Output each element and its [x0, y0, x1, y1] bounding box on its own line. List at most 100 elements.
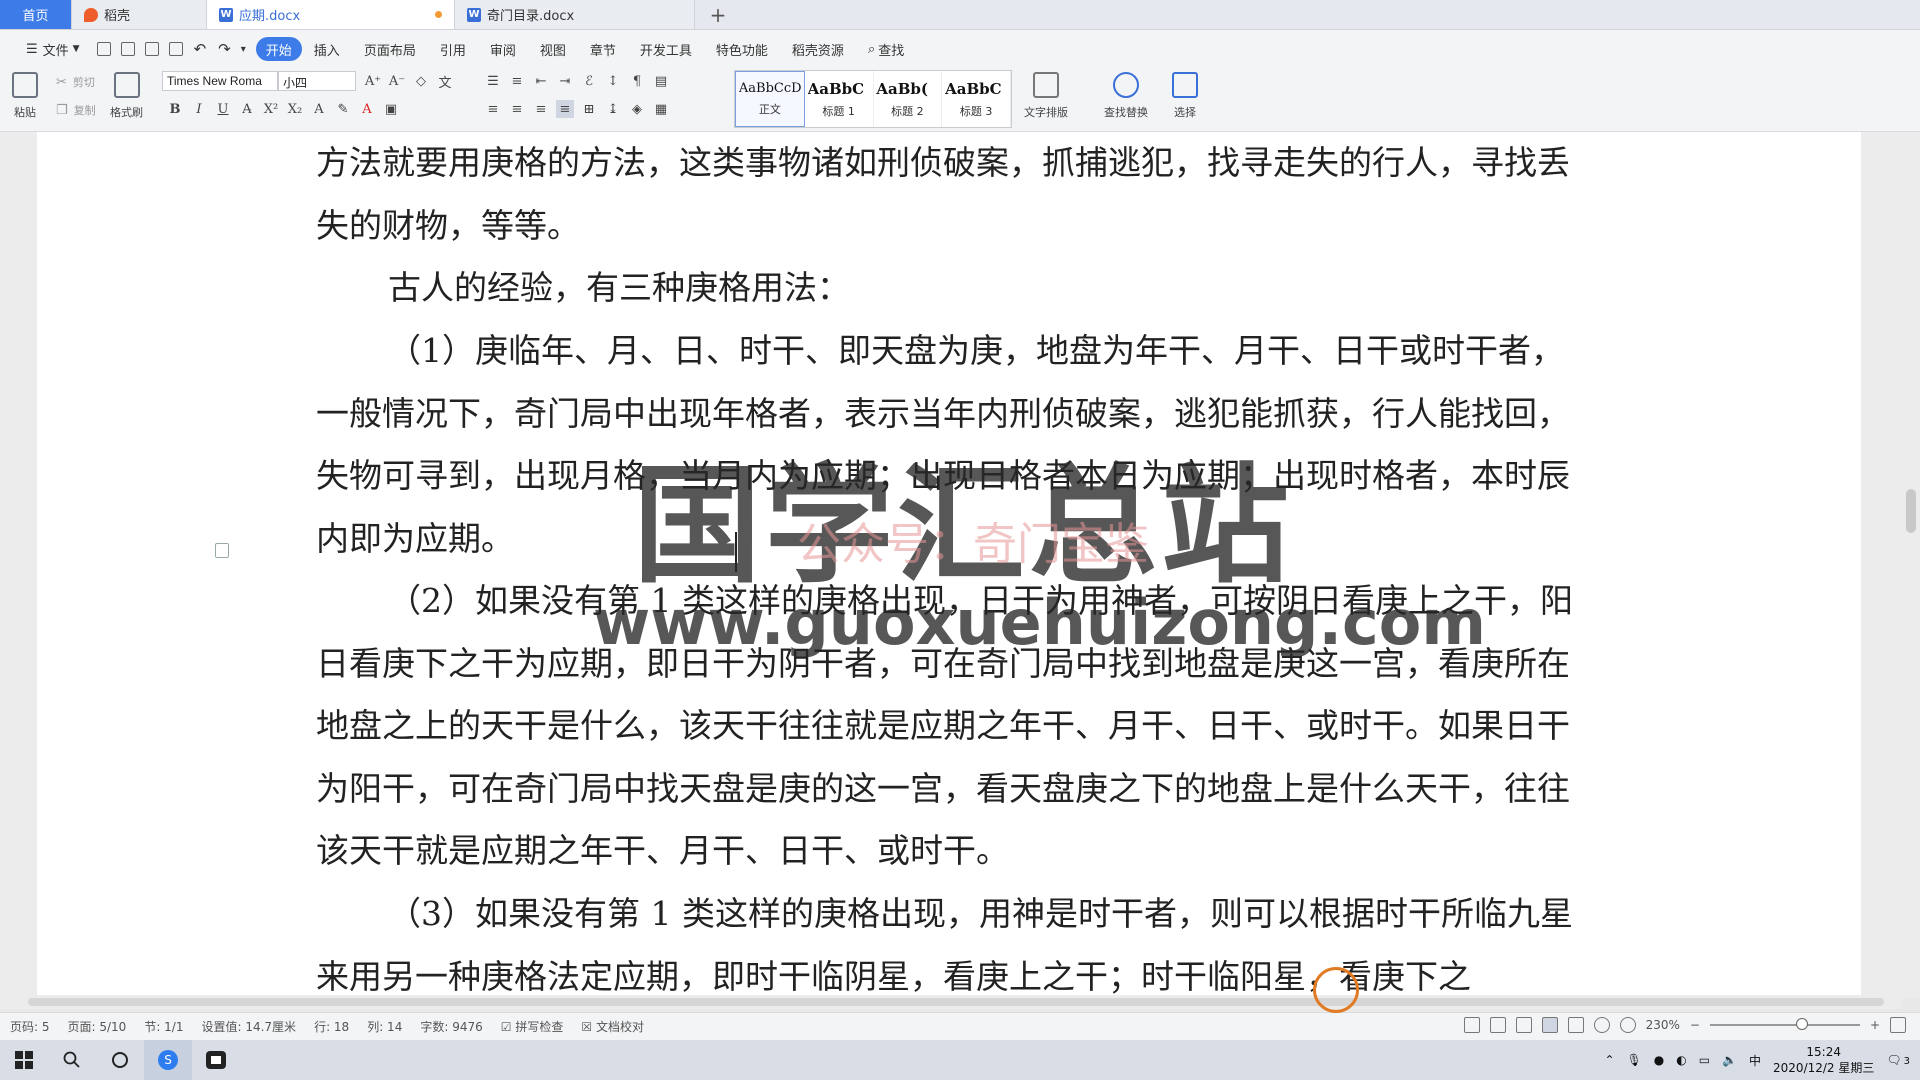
- phonetic-icon[interactable]: 文: [436, 72, 454, 91]
- align-center-icon[interactable]: ≡: [508, 100, 526, 118]
- menu-page-layout[interactable]: 页面布局: [352, 37, 428, 61]
- document-page[interactable]: 方法就要用庚格的方法，这类事物诸如刑侦破案，抓捕逃犯，找寻走失的行人，寻找丢失的…: [37, 132, 1861, 998]
- find-replace-button[interactable]: 查找替换: [1104, 72, 1148, 120]
- style-heading-2[interactable]: AaBb( 标题 2: [874, 71, 943, 127]
- style-heading-3[interactable]: AaBbC 标题 3: [942, 71, 1011, 127]
- vertical-scroll-thumb[interactable]: [1906, 489, 1916, 533]
- highlight-icon[interactable]: ✎: [334, 100, 352, 118]
- taskbar-app-sogou[interactable]: S: [144, 1040, 192, 1080]
- zoom-out-icon[interactable]: −: [1690, 1018, 1700, 1032]
- volume-icon[interactable]: 🔈: [1722, 1053, 1737, 1067]
- status-pages[interactable]: 页面: 5/10: [68, 1018, 127, 1035]
- line-spacing-icon[interactable]: ↨: [604, 100, 622, 118]
- paragraph-menu-icon[interactable]: [215, 543, 229, 558]
- search-command[interactable]: ⌕ 查找: [856, 37, 916, 61]
- menu-chapter[interactable]: 章节: [578, 37, 628, 61]
- file-menu[interactable]: ☰ 文件 ▼: [14, 37, 92, 61]
- status-settings[interactable]: 设置值: 14.7厘米: [201, 1018, 296, 1035]
- horizontal-scroll-thumb[interactable]: [28, 998, 1884, 1006]
- print-preview-icon[interactable]: [168, 42, 183, 56]
- tab-home[interactable]: 首页: [0, 0, 72, 29]
- vertical-scrollbar[interactable]: [1902, 132, 1920, 998]
- status-word-count[interactable]: 字数: 9476: [420, 1018, 482, 1035]
- start-button[interactable]: [0, 1040, 48, 1080]
- read-mode-icon[interactable]: [1489, 1017, 1506, 1033]
- page-view-icon[interactable]: [1541, 1017, 1558, 1033]
- outline-view-icon[interactable]: [1567, 1017, 1584, 1033]
- eye-protection-icon[interactable]: [1619, 1017, 1636, 1033]
- cortana-button[interactable]: [96, 1040, 144, 1080]
- menu-features[interactable]: 特色功能: [704, 37, 780, 61]
- bold-icon[interactable]: B: [166, 100, 184, 118]
- paste-button[interactable]: 粘贴: [12, 72, 38, 120]
- copy-label[interactable]: 复制: [74, 102, 96, 118]
- menu-insert[interactable]: 插入: [302, 37, 352, 61]
- ime-indicator[interactable]: 中: [1749, 1052, 1761, 1069]
- chinese-layout-icon[interactable]: ℰ: [580, 72, 598, 90]
- redo-icon[interactable]: ↷: [218, 40, 231, 58]
- menu-review[interactable]: 审阅: [478, 37, 528, 61]
- distribute-icon[interactable]: ⊞: [580, 100, 598, 118]
- menu-references[interactable]: 引用: [428, 37, 478, 61]
- font-color-icon[interactable]: A: [358, 100, 376, 118]
- tab-active-document[interactable]: W 应期.docx: [207, 0, 455, 29]
- status-page-number[interactable]: 页码: 5: [10, 1018, 50, 1035]
- bullets-icon[interactable]: ☰: [484, 72, 502, 90]
- undo-icon[interactable]: ↶: [194, 40, 207, 58]
- align-right-icon[interactable]: ≡: [532, 100, 550, 118]
- cut-icon[interactable]: ✂: [56, 75, 67, 90]
- tray-expand-icon[interactable]: ⌃: [1604, 1053, 1614, 1067]
- network-tray-icon[interactable]: ◐: [1676, 1053, 1686, 1067]
- print-icon[interactable]: [144, 42, 159, 56]
- microphone-icon[interactable]: 🎙: [1627, 1053, 1642, 1067]
- status-col[interactable]: 列: 14: [367, 1018, 402, 1035]
- justify-icon[interactable]: ≡: [556, 100, 574, 118]
- char-border-icon[interactable]: ▣: [382, 100, 400, 118]
- menu-docer-resources[interactable]: 稻壳资源: [780, 37, 856, 61]
- zoom-in-icon[interactable]: +: [1870, 1018, 1880, 1032]
- font-name-select[interactable]: Times New Roma: [162, 71, 278, 91]
- strikethrough-icon[interactable]: A̶: [238, 100, 256, 118]
- italic-icon[interactable]: I: [190, 100, 208, 118]
- font-size-select[interactable]: 小四: [278, 71, 356, 91]
- edit-mode-icon[interactable]: [1515, 1017, 1532, 1033]
- table-icon[interactable]: ▤: [652, 72, 670, 90]
- paragraph[interactable]: 方法就要用庚格的方法，这类事物诸如刑侦破案，抓捕逃犯，找寻走失的行人，寻找丢失的…: [316, 132, 1586, 257]
- style-normal[interactable]: AaBbCcD 正文: [735, 71, 805, 127]
- tab-other-document[interactable]: W 奇门目录.docx: [455, 0, 695, 29]
- cut-label[interactable]: 剪切: [73, 74, 95, 90]
- spell-check-toggle[interactable]: ☑ 拼写检查: [501, 1018, 564, 1035]
- web-view-icon[interactable]: [1593, 1017, 1610, 1033]
- decrease-indent-icon[interactable]: ⇤: [532, 72, 550, 90]
- increase-indent-icon[interactable]: ⇥: [556, 72, 574, 90]
- underline-icon[interactable]: U: [214, 100, 232, 118]
- fullscreen-icon[interactable]: [1463, 1017, 1480, 1033]
- new-tab-button[interactable]: +: [695, 0, 741, 29]
- network-icon[interactable]: ▭: [1699, 1053, 1710, 1067]
- horizontal-scrollbar[interactable]: [0, 995, 1902, 1009]
- menu-home[interactable]: 开始: [255, 37, 302, 61]
- grow-font-icon[interactable]: A⁺: [364, 72, 382, 90]
- format-painter-button[interactable]: 格式刷: [110, 72, 143, 120]
- style-heading-1[interactable]: AaBbC 标题 1: [805, 71, 874, 127]
- tab-docer[interactable]: 稻壳: [72, 0, 207, 29]
- sort-icon[interactable]: ↕: [604, 72, 622, 90]
- menu-view[interactable]: 视图: [528, 37, 578, 61]
- clear-format-icon[interactable]: ◇: [412, 72, 430, 90]
- clock[interactable]: 15:24 2020/12/2 星期三: [1773, 1044, 1874, 1076]
- zoom-slider[interactable]: [1709, 1018, 1860, 1030]
- customize-qa-icon[interactable]: ▾: [241, 44, 246, 55]
- fit-page-icon[interactable]: [1890, 1017, 1906, 1033]
- shading-icon[interactable]: ◈: [628, 100, 646, 118]
- status-section[interactable]: 节: 1/1: [144, 1018, 183, 1035]
- superscript-icon[interactable]: X²: [262, 100, 280, 118]
- status-row[interactable]: 行: 18: [314, 1018, 349, 1035]
- numbering-icon[interactable]: ≡: [508, 72, 526, 90]
- align-left-icon[interactable]: ≡: [484, 100, 502, 118]
- text-layout-button[interactable]: 文字排版: [1024, 72, 1068, 120]
- paragraph[interactable]: 古人的经验，有三种庚格用法：: [316, 257, 1586, 320]
- copy-icon[interactable]: ❐: [56, 103, 68, 118]
- notifications-icon[interactable]: 🗨 3: [1886, 1053, 1910, 1067]
- taskbar-app-recorder[interactable]: [192, 1040, 240, 1080]
- app-tray-icon[interactable]: ●: [1654, 1053, 1664, 1067]
